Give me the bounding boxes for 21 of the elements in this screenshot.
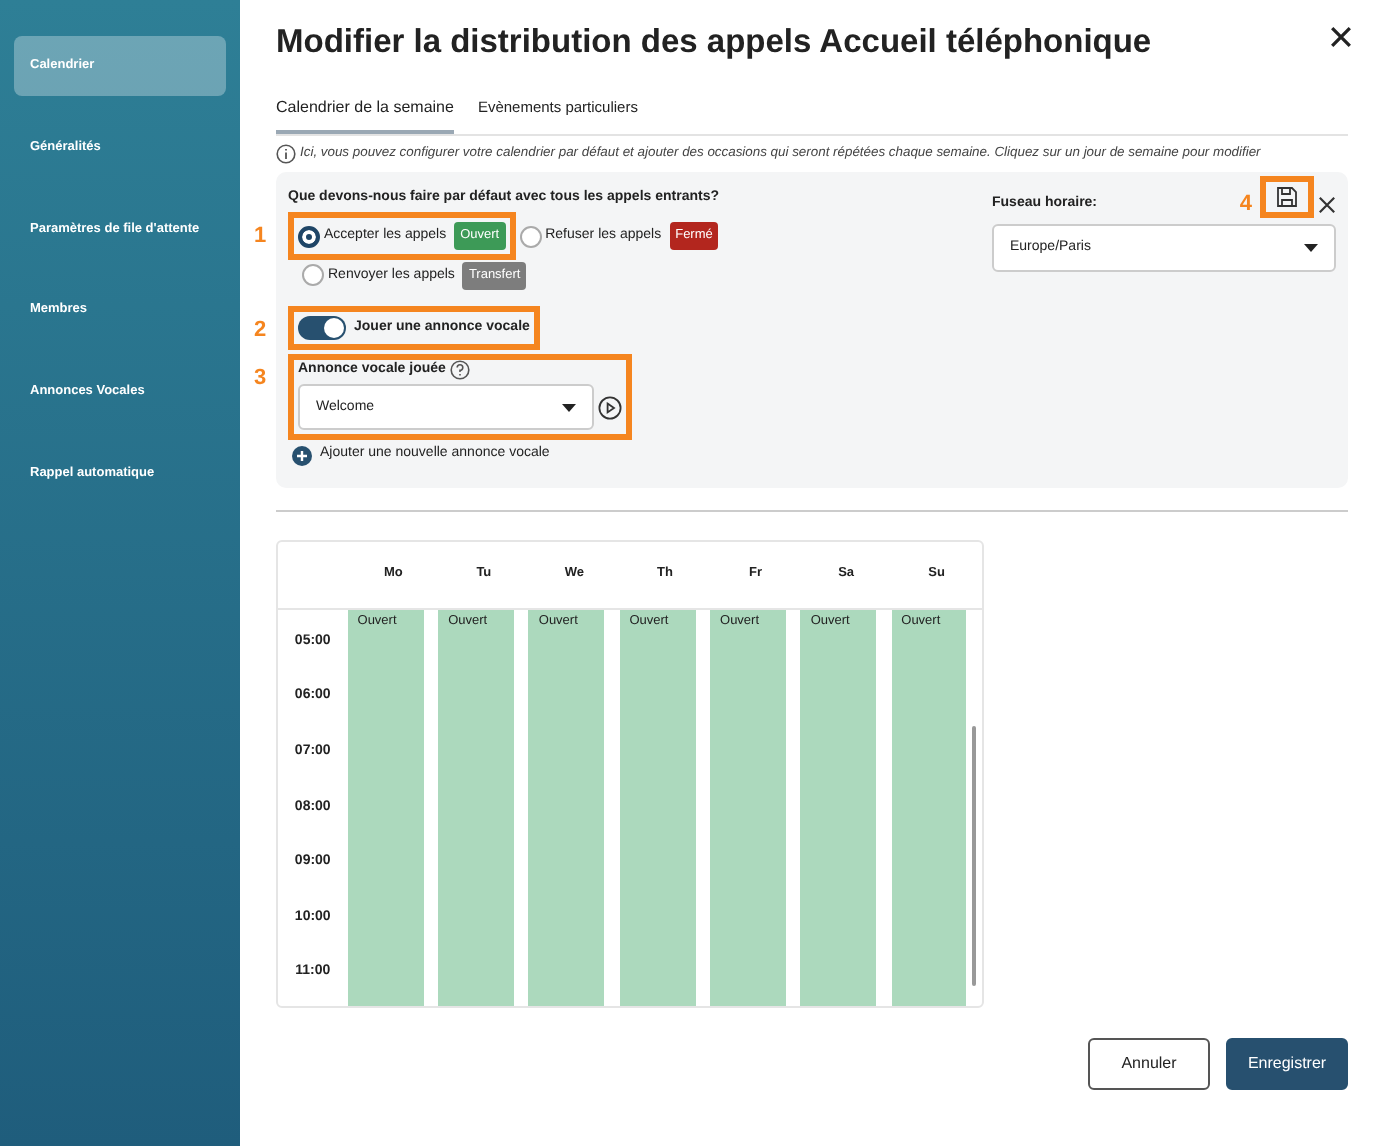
callout-number: 1 bbox=[254, 222, 267, 253]
radio-button[interactable] bbox=[302, 264, 324, 287]
callout-number: 2 bbox=[254, 315, 267, 346]
save-icon[interactable] bbox=[1276, 185, 1298, 208]
callout-number: 3 bbox=[254, 363, 267, 394]
scrollbar[interactable] bbox=[972, 725, 976, 986]
play-icon[interactable] bbox=[598, 395, 622, 420]
tab[interactable]: Calendrier de la semaine bbox=[276, 87, 454, 134]
radio-button[interactable] bbox=[519, 225, 542, 248]
caret-icon bbox=[1304, 244, 1318, 253]
plus-icon bbox=[292, 445, 312, 466]
dialog-title: Modifier la distribution des appels Accueil téléphonique bbox=[276, 24, 1152, 64]
cancel-button[interactable]: Annuler bbox=[1088, 1037, 1210, 1090]
callout-number: 4 bbox=[1239, 189, 1252, 220]
save-button[interactable]: Enregistrer bbox=[1226, 1037, 1348, 1090]
help-icon bbox=[449, 360, 470, 381]
radio-button[interactable] bbox=[298, 225, 320, 248]
info-icon bbox=[276, 143, 296, 164]
toggle-switch[interactable] bbox=[298, 315, 346, 340]
close-icon[interactable] bbox=[1318, 195, 1336, 214]
caret-icon bbox=[562, 403, 576, 412]
